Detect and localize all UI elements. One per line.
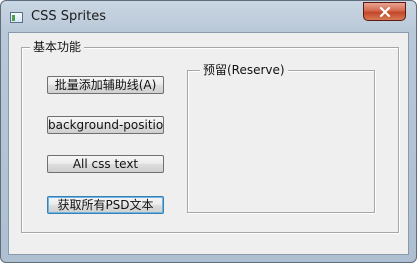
all-css-text-button[interactable]: All css text: [47, 155, 164, 173]
close-button[interactable]: [363, 2, 406, 21]
client-area: 基本功能 批量添加辅助线(A) background-position All …: [8, 32, 409, 255]
batch-add-guides-button[interactable]: 批量添加辅助线(A): [47, 76, 164, 94]
close-icon: [379, 6, 390, 17]
reserve-group: 预留(Reserve): [187, 63, 375, 213]
reserve-group-label: 预留(Reserve): [200, 63, 288, 77]
basic-functions-label: 基本功能: [30, 40, 85, 54]
app-window-icon: [10, 12, 23, 23]
get-psd-text-button[interactable]: 获取所有PSD文本: [47, 196, 164, 214]
app-window: CSS Sprites 基本功能 批量添加辅助线(A) background-p…: [0, 0, 417, 263]
window-title: CSS Sprites: [31, 9, 107, 24]
title-bar[interactable]: CSS Sprites: [1, 1, 416, 33]
background-position-button[interactable]: background-position: [47, 116, 164, 134]
